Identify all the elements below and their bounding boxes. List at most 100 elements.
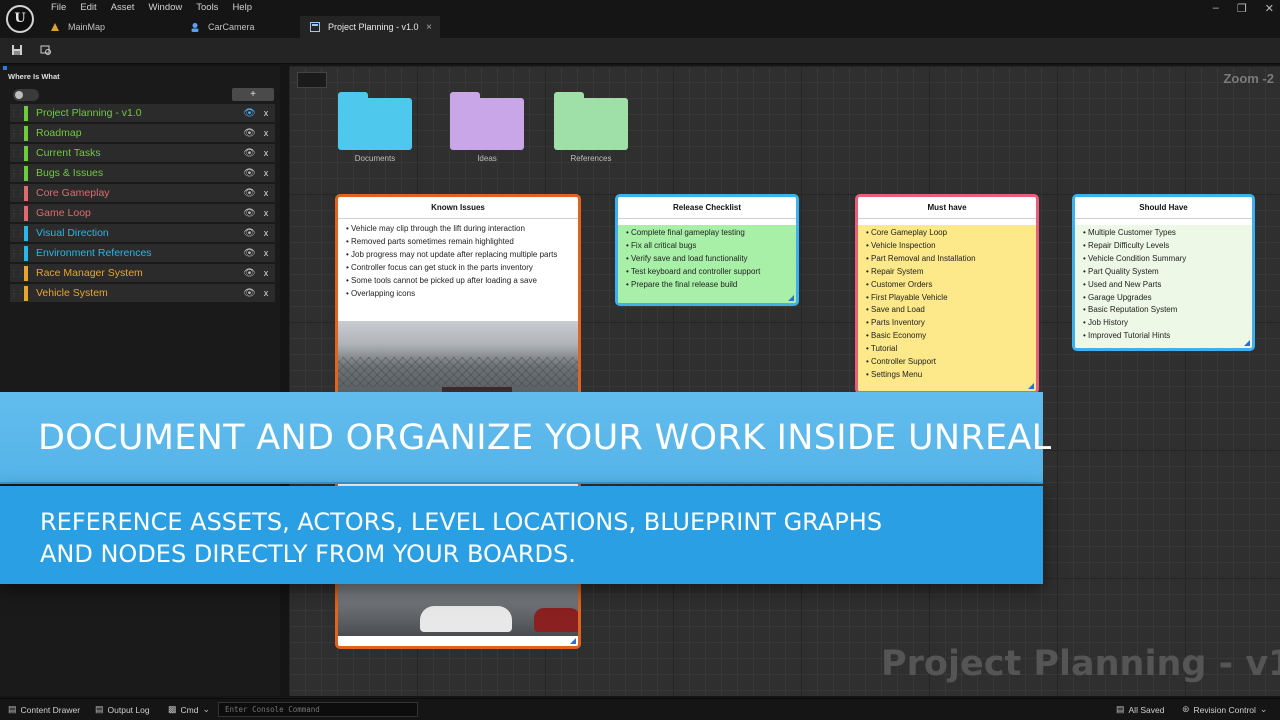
drag-handle-icon[interactable]: ⋮⋮	[10, 249, 25, 258]
board-list-item[interactable]: ⋮⋮ Environment References 👁 x	[10, 244, 275, 262]
board-list-item[interactable]: ⋮⋮ Bugs & Issues 👁 x	[10, 164, 275, 182]
card-item: Used and New Parts	[1083, 279, 1244, 292]
minimize-icon[interactable]: –	[1213, 2, 1219, 15]
menu-file[interactable]: File	[44, 2, 73, 14]
editor-window: U File Edit Asset Window Tools Help – ❐ …	[0, 0, 1280, 720]
drag-handle-icon[interactable]: ⋮⋮	[10, 189, 25, 198]
close-window-icon[interactable]: ✕	[1265, 2, 1274, 15]
card-item: Settings Menu	[866, 369, 1028, 382]
board-list-item[interactable]: ⋮⋮ Vehicle System 👁 x	[10, 284, 275, 302]
cmd-dropdown[interactable]: ▩ Cmd ⌄	[168, 704, 214, 715]
close-tab-icon[interactable]: ×	[426, 22, 432, 33]
remove-board-icon[interactable]: x	[261, 268, 271, 278]
cmd-label: Cmd	[180, 704, 199, 715]
card-item: Improved Tutorial Hints	[1083, 330, 1244, 343]
board-list-item[interactable]: ⋮⋮ Roadmap 👁 x	[10, 124, 275, 142]
add-board-button[interactable]: +	[232, 88, 274, 101]
card-item: Basic Reputation System	[1083, 304, 1244, 317]
menu-window[interactable]: Window	[141, 2, 189, 14]
board-list-item[interactable]: ⋮⋮ Game Loop 👁 x	[10, 204, 275, 222]
reference-image[interactable]	[338, 321, 578, 397]
revision-control-button[interactable]: ⊛ Revision Control ⌄	[1182, 704, 1271, 715]
eye-icon[interactable]: 👁	[243, 168, 256, 179]
tab-mainmap[interactable]: MainMap	[40, 16, 180, 38]
resize-handle-icon[interactable]	[788, 295, 794, 301]
menu-help[interactable]: Help	[225, 2, 259, 14]
remove-board-icon[interactable]: x	[261, 148, 271, 158]
eye-icon[interactable]: 👁	[243, 248, 256, 259]
menu-asset[interactable]: Asset	[104, 2, 142, 14]
eye-icon[interactable]: 👁	[243, 148, 256, 159]
chevron-down-icon: ⌄	[1259, 704, 1268, 714]
eye-icon[interactable]: 👁	[243, 228, 256, 239]
card-item: Fix all critical bugs	[626, 240, 788, 253]
eye-icon[interactable]: 👁	[243, 108, 256, 119]
eye-icon[interactable]: 👁	[243, 188, 256, 199]
folder-label: Ideas	[477, 154, 497, 163]
drag-handle-icon[interactable]: ⋮⋮	[10, 169, 25, 178]
drag-handle-icon[interactable]: ⋮⋮	[10, 129, 25, 138]
resize-handle-icon[interactable]	[1244, 340, 1250, 346]
resize-handle-icon[interactable]	[1028, 383, 1034, 389]
board-list-label: Visual Direction	[36, 227, 109, 239]
save-status[interactable]: ▤ All Saved	[1116, 704, 1164, 715]
board-card[interactable]: Must have Core Gameplay LoopVehicle Inspe…	[855, 194, 1039, 394]
board-canvas[interactable]: Zoom -2 Project Planning - v1.0 Document…	[289, 66, 1280, 696]
card-item: Controller focus can get stuck in the pa…	[346, 262, 570, 275]
board-list-label: Roadmap	[36, 127, 82, 139]
drag-handle-icon[interactable]: ⋮⋮	[10, 209, 25, 218]
board-list-item[interactable]: ⋮⋮ Project Planning - v1.0 👁 x	[10, 104, 275, 122]
card-body: Should Have Multiple Customer TypesRepair…	[1075, 197, 1252, 348]
card-items: Vehicle may clip through the lift during…	[338, 219, 578, 300]
promo-subline-2: AND NODES DIRECTLY FROM YOUR BOARDS.	[40, 540, 576, 568]
board-list-item[interactable]: ⋮⋮ Visual Direction 👁 x	[10, 224, 275, 242]
content-drawer-button[interactable]: ▤ Content Drawer	[8, 704, 80, 715]
reference-image-car[interactable]	[338, 578, 578, 636]
save-icon[interactable]	[11, 44, 23, 56]
board-list-item[interactable]: ⋮⋮ Core Gameplay 👁 x	[10, 184, 275, 202]
tab-carcamera[interactable]: CarCamera	[180, 16, 300, 38]
resize-handle-icon[interactable]	[570, 638, 576, 644]
eye-icon[interactable]: 👁	[243, 128, 256, 139]
menu-tools[interactable]: Tools	[189, 2, 225, 14]
remove-board-icon[interactable]: x	[261, 168, 271, 178]
remove-board-icon[interactable]: x	[261, 188, 271, 198]
board-color-bar	[24, 205, 28, 221]
remove-board-icon[interactable]: x	[261, 108, 271, 118]
visibility-toggle[interactable]	[13, 89, 39, 101]
drag-handle-icon[interactable]: ⋮⋮	[10, 149, 25, 158]
revision-control-label: Revision Control	[1193, 704, 1256, 715]
board-card[interactable]: Release Checklist Complete final gameplay…	[615, 194, 799, 306]
board-list-label: Game Loop	[36, 207, 91, 219]
remove-board-icon[interactable]: x	[261, 208, 271, 218]
eye-icon[interactable]: 👁	[243, 268, 256, 279]
remove-board-icon[interactable]: x	[261, 288, 271, 298]
folder-ideas[interactable]: Ideas	[450, 90, 524, 163]
menu-edit[interactable]: Edit	[73, 2, 103, 14]
remove-board-icon[interactable]: x	[261, 248, 271, 258]
promo-headline: DOCUMENT AND ORGANIZE YOUR WORK INSIDE U…	[38, 418, 1052, 458]
remove-board-icon[interactable]: x	[261, 128, 271, 138]
browse-asset-icon[interactable]	[40, 44, 52, 56]
board-list-item[interactable]: ⋮⋮ Current Tasks 👁 x	[10, 144, 275, 162]
tab-project-planning[interactable]: Project Planning - v1.0 ×	[300, 16, 440, 38]
eye-icon[interactable]: 👁	[243, 208, 256, 219]
output-log-button[interactable]: ▤ Output Log	[95, 704, 150, 715]
maximize-icon[interactable]: ❐	[1237, 2, 1247, 15]
board-card[interactable]: Should Have Multiple Customer TypesRepair…	[1072, 194, 1255, 351]
unreal-logo-icon[interactable]: U	[6, 5, 34, 33]
board-color-bar	[24, 105, 28, 121]
drag-handle-icon[interactable]: ⋮⋮	[10, 269, 25, 278]
remove-board-icon[interactable]: x	[261, 228, 271, 238]
eye-icon[interactable]: 👁	[243, 288, 256, 299]
panel-accent	[3, 66, 7, 70]
folder-documents[interactable]: Documents	[338, 90, 412, 163]
drag-handle-icon[interactable]: ⋮⋮	[10, 229, 25, 238]
drag-handle-icon[interactable]: ⋮⋮	[10, 109, 25, 118]
minimap[interactable]	[297, 72, 327, 88]
drag-handle-icon[interactable]: ⋮⋮	[10, 289, 25, 298]
console-command-input[interactable]	[218, 702, 418, 717]
board-list-item[interactable]: ⋮⋮ Race Manager System 👁 x	[10, 264, 275, 282]
folder-references[interactable]: References	[554, 90, 628, 163]
fence-image-detail	[338, 357, 578, 387]
